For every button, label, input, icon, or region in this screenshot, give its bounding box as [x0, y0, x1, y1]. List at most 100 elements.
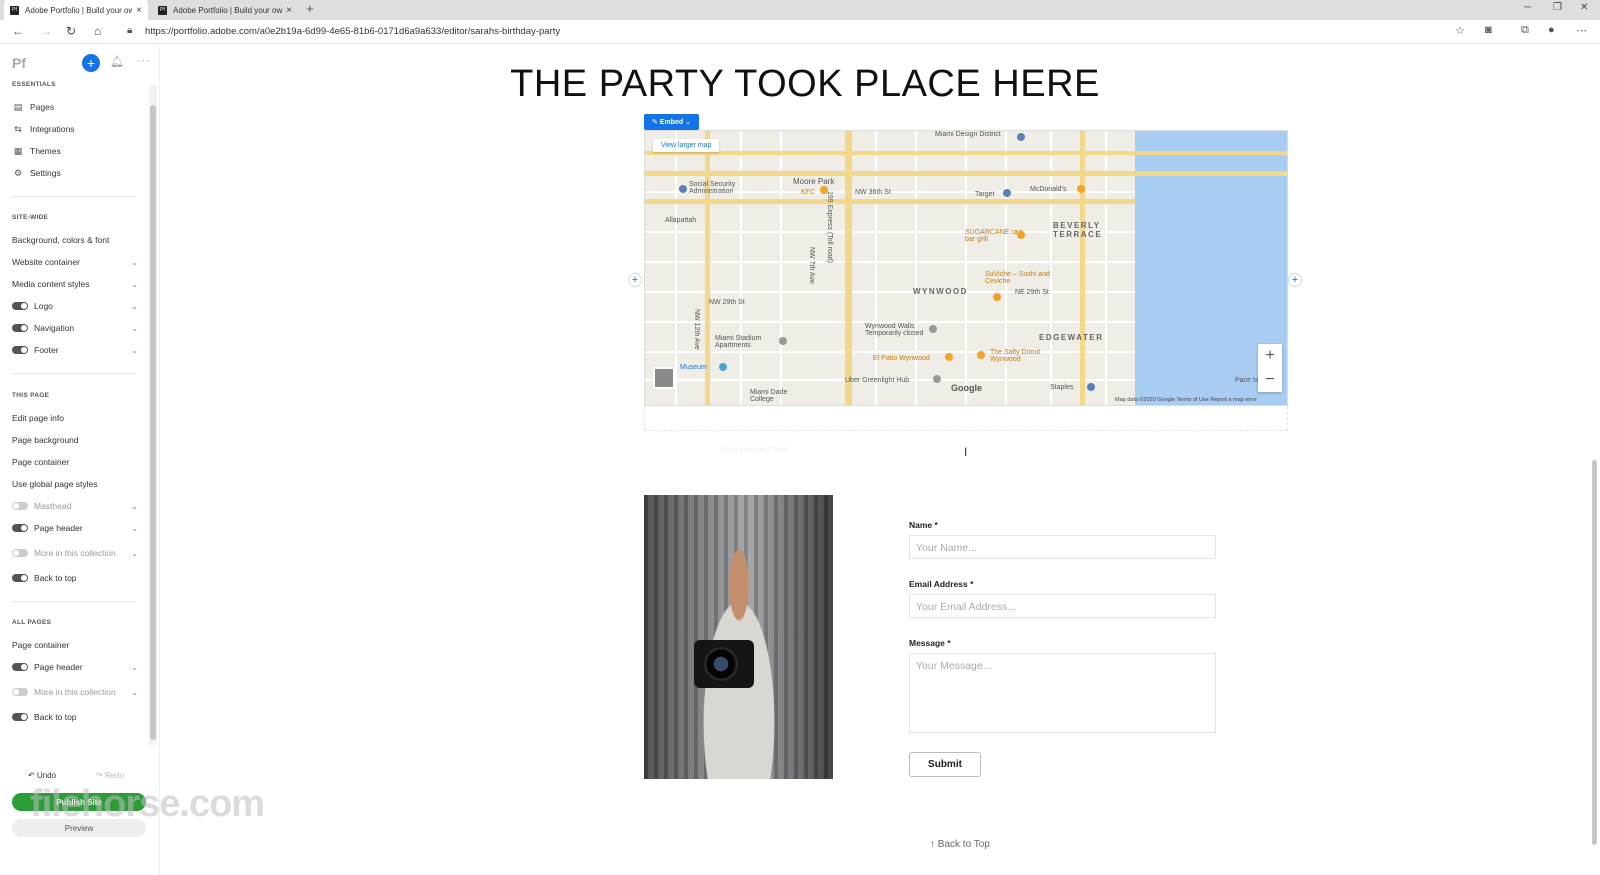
- sidebar-item-website-container[interactable]: Website container ⌄: [12, 255, 138, 269]
- address-bar: ← → ↻ ⌂ 🔒︎ https://portfolio.adobe.com/a…: [0, 20, 1600, 44]
- profile-icon[interactable]: ●: [1548, 24, 1555, 36]
- forward-arrow-icon[interactable]: →: [40, 24, 52, 38]
- sidebar-item-use-global-page-styles[interactable]: Use global page styles: [12, 477, 138, 491]
- sidebar-item-masthead[interactable]: Masthead ⌄: [12, 499, 138, 513]
- tab-adobe-portfolio-1[interactable]: Pf Adobe Portfolio | Build your own ×: [4, 0, 148, 20]
- sidebar-item-media-content-styles[interactable]: Media content styles ⌄: [12, 277, 138, 291]
- sidebar-item-label: Page header: [34, 662, 83, 672]
- zoom-in-button[interactable]: +: [1258, 344, 1282, 368]
- embedded-map[interactable]: View larger map Miami Design District Mo…: [644, 130, 1288, 406]
- footer-toggle[interactable]: [12, 346, 28, 354]
- sidebar-item-logo[interactable]: Logo ⌄: [12, 299, 138, 313]
- poi-pin-icon[interactable]: [945, 353, 953, 361]
- street-view-thumbnail[interactable]: [653, 367, 675, 389]
- poi-pin-icon[interactable]: [719, 363, 727, 371]
- back-to-top-toggle[interactable]: [12, 574, 28, 582]
- logo-toggle[interactable]: [12, 302, 28, 310]
- camera-icon[interactable]: ◙: [1485, 24, 1492, 36]
- sidebar-item-label: Page container: [12, 457, 70, 467]
- sidebar-item-all-page-header[interactable]: Page header ⌄: [12, 660, 138, 674]
- chevron-down-icon: ⌄: [131, 687, 138, 697]
- map-label: BEVERLY TERRACE: [1053, 221, 1103, 239]
- sidebar-item-page-container[interactable]: Page container: [12, 455, 138, 469]
- all-back-to-top-toggle[interactable]: [12, 713, 28, 721]
- page-header-toggle[interactable]: [12, 524, 28, 532]
- all-page-header-toggle[interactable]: [12, 663, 28, 671]
- section-heading-all-pages: ALL PAGES: [12, 619, 52, 626]
- poi-pin-icon[interactable]: [779, 337, 787, 345]
- caption-placeholder[interactable]: Type your text here: [720, 445, 788, 454]
- sidebar-item-label: Edit page info: [12, 413, 64, 423]
- undo-button[interactable]: ↶ Undo: [28, 771, 56, 780]
- email-input[interactable]: Your Email Address...: [909, 594, 1216, 618]
- sidebar-item-more-in-collection[interactable]: More in this collection ⌄: [12, 546, 138, 560]
- sidebar-item-all-page-container[interactable]: Page container: [12, 638, 138, 652]
- google-logo: Google: [951, 383, 982, 393]
- sidebar-item-page-header[interactable]: Page header ⌄: [12, 521, 138, 535]
- back-arrow-icon[interactable]: ←: [12, 24, 24, 38]
- sidebar-item-label: Navigation: [34, 323, 75, 333]
- page-title[interactable]: THE PARTY TOOK PLACE HERE: [0, 63, 1600, 106]
- chevron-down-icon: ⌄: [131, 662, 138, 672]
- sidebar-item-themes[interactable]: ▦ Themes: [12, 144, 138, 158]
- name-input[interactable]: Your Name...: [909, 535, 1216, 559]
- poi-pin-icon[interactable]: [1017, 231, 1025, 239]
- home-icon[interactable]: ⌂: [94, 24, 101, 38]
- page-scrollbar-thumb[interactable]: [1592, 460, 1597, 845]
- poi-pin-icon[interactable]: [929, 325, 937, 333]
- zoom-out-button[interactable]: −: [1258, 368, 1282, 392]
- map-label: El Patio Wynwood: [873, 355, 930, 362]
- message-textarea[interactable]: Your Message...: [909, 653, 1216, 733]
- redo-button[interactable]: ↷ Redo: [96, 771, 124, 780]
- sidebar-item-back-to-top[interactable]: Back to top: [12, 571, 138, 585]
- all-more-in-collection-toggle[interactable]: [12, 688, 28, 696]
- navigation-toggle[interactable]: [12, 324, 28, 332]
- tab-adobe-portfolio-2[interactable]: Pf Adobe Portfolio | Build your own ×: [152, 0, 298, 20]
- collections-icon[interactable]: ⧉: [1521, 24, 1529, 37]
- poi-pin-icon[interactable]: [679, 185, 687, 193]
- sidebar-item-background-colors-font[interactable]: Background, colors & font: [12, 233, 138, 247]
- restore-icon[interactable]: ❐: [1553, 2, 1562, 13]
- sidebar-item-page-background[interactable]: Page background: [12, 433, 138, 447]
- poi-pin-icon[interactable]: [820, 186, 828, 194]
- sidebar-item-footer[interactable]: Footer ⌄: [12, 343, 138, 357]
- star-icon[interactable]: ☆: [1455, 24, 1465, 37]
- sidebar-scrollbar-thumb[interactable]: [150, 105, 156, 740]
- new-tab-icon[interactable]: +: [306, 1, 314, 16]
- sidebar-item-navigation[interactable]: Navigation ⌄: [12, 321, 138, 335]
- page-scrollbar[interactable]: [1590, 45, 1600, 875]
- map-label: Social Security Administration: [689, 181, 736, 195]
- poi-pin-icon[interactable]: [1017, 133, 1025, 141]
- close-icon[interactable]: ×: [136, 5, 142, 16]
- sidebar-item-integrations[interactable]: ⇆ Integrations: [12, 122, 138, 136]
- view-larger-map-link[interactable]: View larger map: [653, 139, 720, 152]
- poi-pin-icon[interactable]: [1087, 383, 1095, 391]
- minimize-icon[interactable]: ─: [1524, 2, 1531, 13]
- close-icon[interactable]: ×: [286, 5, 292, 16]
- add-right-icon[interactable]: +: [1288, 273, 1302, 287]
- sidebar-item-all-back-to-top[interactable]: Back to top: [12, 710, 138, 724]
- sidebar-item-edit-page-info[interactable]: Edit page info: [12, 411, 138, 425]
- undo-label: Undo: [36, 771, 57, 780]
- sidebar-item-label: Integrations: [30, 124, 75, 134]
- photographer-image[interactable]: [644, 495, 833, 779]
- map-highway: [1080, 131, 1085, 405]
- sidebar-item-settings[interactable]: ⚙ Settings: [12, 166, 138, 180]
- poi-pin-icon[interactable]: [1003, 189, 1011, 197]
- add-left-icon[interactable]: +: [628, 273, 642, 287]
- embed-button[interactable]: ✎ Embed ⌄: [644, 114, 699, 130]
- back-to-top-link[interactable]: ↑ Back to Top: [930, 839, 990, 850]
- submit-button[interactable]: Submit: [909, 752, 981, 777]
- masthead-toggle[interactable]: [12, 502, 28, 510]
- more-in-collection-toggle[interactable]: [12, 549, 28, 557]
- window-close-icon[interactable]: ✕: [1580, 2, 1588, 13]
- sidebar-item-all-more-in-collection[interactable]: More in this collection ⌄: [12, 685, 138, 699]
- poi-pin-icon[interactable]: [1077, 185, 1085, 193]
- map-attribution[interactable]: Map data ©2020 Google Terms of Use Repor…: [1115, 397, 1257, 403]
- poi-pin-icon[interactable]: [977, 351, 985, 359]
- url-field[interactable]: https://portfolio.adobe.com/a0e2b19a-6d9…: [145, 26, 560, 37]
- poi-pin-icon[interactable]: [993, 293, 1001, 301]
- poi-pin-icon[interactable]: [933, 375, 941, 383]
- menu-dots-icon[interactable]: ⋯: [1576, 24, 1587, 37]
- reload-icon[interactable]: ↻: [66, 24, 76, 38]
